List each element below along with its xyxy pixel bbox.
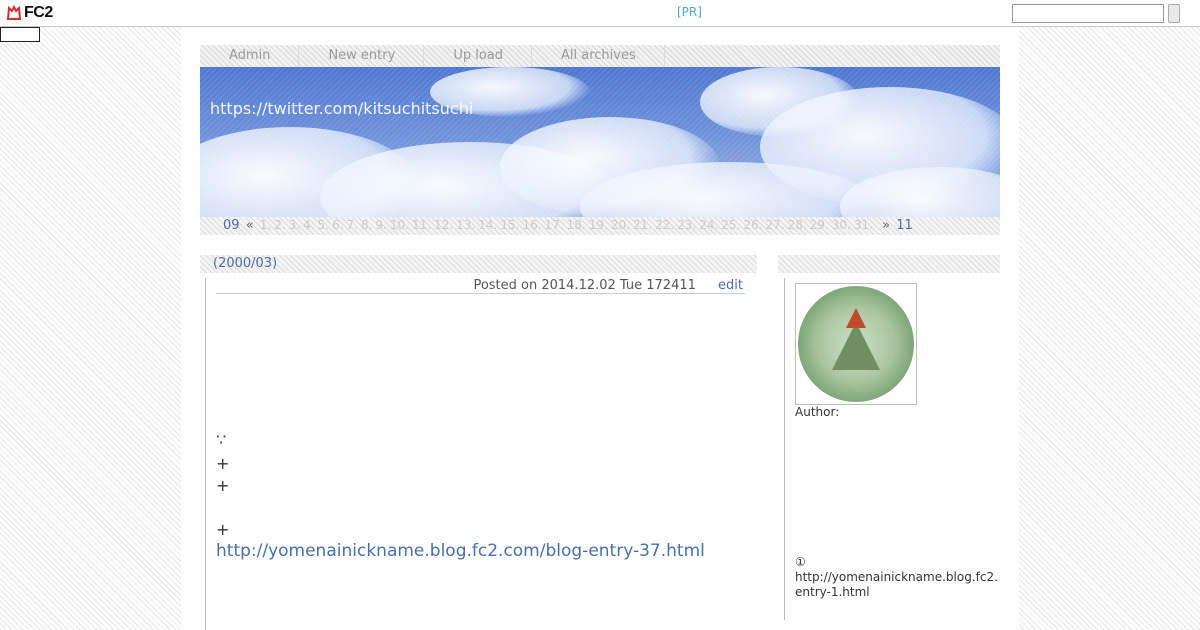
entry-title[interactable]: (2000/03) <box>200 255 757 273</box>
pr-link[interactable]: [PR] <box>677 5 702 19</box>
calendar-day: 8. <box>360 218 373 232</box>
calendar-day: 2. <box>274 218 286 232</box>
calendar-next-arrow: » <box>882 218 891 233</box>
calendar-day: 3. <box>288 218 301 232</box>
calendar-day: 22. <box>655 218 675 232</box>
main-column-border <box>205 278 206 630</box>
calendar-day: 11. <box>411 218 432 232</box>
calendar-day: 25. <box>721 218 741 232</box>
calendar-day: 9. <box>375 218 387 232</box>
blog-container: Admin New entry Up load All archives htt… <box>181 27 1019 630</box>
calendar-day: 16. <box>522 218 542 232</box>
avatar <box>795 283 917 405</box>
site-title-link[interactable]: https://twitter.com/kitsuchitsuchi <box>210 99 473 118</box>
entry-line-plus-2: + <box>216 476 230 495</box>
calendar-day: 19. <box>588 218 608 232</box>
top-menu: Admin New entry Up load All archives <box>200 45 1000 67</box>
calendar-day: 4. <box>303 218 315 232</box>
calendar-day: 1. <box>259 218 272 232</box>
calendar-day: 13. <box>456 218 476 232</box>
fc2-top-bar: FC2 [PR] <box>0 0 1200 27</box>
menu-upload[interactable]: Up load <box>424 45 532 67</box>
entry-link[interactable]: http://yomenainickname.blog.fc2.com/blog… <box>216 541 705 561</box>
entry-line-plus-3: + <box>216 520 230 539</box>
search-button[interactable] <box>1168 4 1180 23</box>
sidebar-border <box>784 278 785 620</box>
fc2-logo-text: FC2 <box>24 4 53 21</box>
calendar-day: 15. <box>500 218 520 232</box>
note-line-2[interactable]: entry-1.html <box>795 585 998 600</box>
menu-admin[interactable]: Admin <box>200 45 300 67</box>
menu-all-archives[interactable]: All archives <box>532 45 665 67</box>
calendar-day: 7. <box>346 218 358 232</box>
edit-link[interactable]: edit <box>718 278 743 293</box>
entry-line-because: ∵ <box>216 430 227 449</box>
header-banner: https://twitter.com/kitsuchitsuchi <box>200 67 1000 217</box>
note-mark: ① <box>795 555 806 569</box>
sidebar-heading <box>778 255 1000 273</box>
calendar-day: 31. <box>853 218 873 232</box>
calendar-prev-arrow: « <box>245 218 254 233</box>
fc2-logo[interactable]: FC2 <box>6 4 53 22</box>
author-label: Author: <box>795 405 840 419</box>
calendar-day: 29. <box>809 218 829 232</box>
entry-line-plus-1: + <box>216 454 230 473</box>
calendar-day: 23. <box>677 218 697 232</box>
calendar-day: 10. <box>389 218 409 232</box>
calendar-day: 17. <box>544 218 564 232</box>
calendar-days: 1. 2. 3. 4. 5. 6. 7. 8. 9. 10. 11. 12. 13. 14. 15. 16. 1… <box>260 218 876 233</box>
calendar-day: 28. <box>787 218 807 232</box>
search-input[interactable] <box>1012 4 1164 23</box>
calendar-day: 14. <box>478 218 498 232</box>
calendar-day: 27. <box>765 218 785 232</box>
calendar-day: 5. <box>317 218 330 232</box>
sidebar-note: ① http://yomenainickname.blog.fc2. entry… <box>795 555 998 600</box>
calendar-bar: 09 « 1. 2. 3. 4. 5. 6. 7. 8. 9. 10. 11. 12. 13. 14. 15… <box>200 217 1000 235</box>
calendar-day: 24. <box>699 218 719 232</box>
pyramid-seal-icon <box>798 286 914 402</box>
calendar-day: 12. <box>434 218 454 232</box>
calendar-day: 6. <box>332 218 344 232</box>
calendar-next-month[interactable]: 11 <box>896 218 913 233</box>
calendar-day: 18. <box>566 218 586 232</box>
calendar-day: 21. <box>632 218 652 232</box>
posted-date: Posted on 2014.12.02 Tue 172411 <box>473 278 696 293</box>
fc2-fox-icon <box>6 4 22 21</box>
calendar-prev-month[interactable]: 09 <box>223 218 240 233</box>
menu-new-entry[interactable]: New entry <box>299 45 425 67</box>
note-line-1[interactable]: http://yomenainickname.blog.fc2. <box>795 570 998 585</box>
calendar-day: 20. <box>610 218 630 232</box>
calendar-day: 30. <box>831 218 851 232</box>
small-input-box[interactable] <box>0 27 40 42</box>
calendar-day: 26. <box>743 218 763 232</box>
posted-line: Posted on 2014.12.02 Tue 172411 edit <box>216 278 745 294</box>
